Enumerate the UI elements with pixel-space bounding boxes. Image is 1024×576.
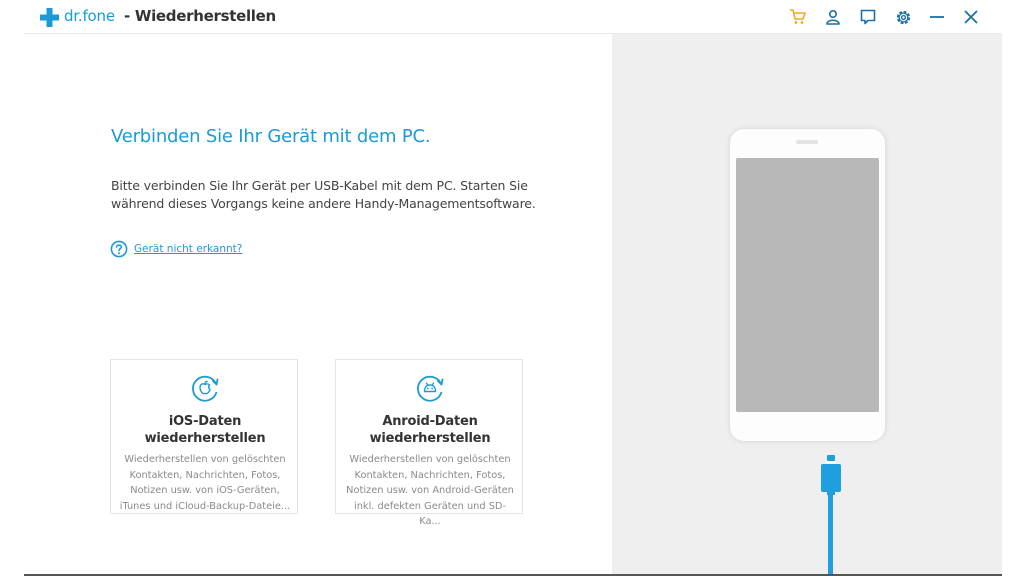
close-button[interactable] bbox=[960, 6, 982, 28]
card-description: Wiederherstellen von gelöschten Kontakte… bbox=[119, 454, 291, 512]
phone-speaker bbox=[796, 140, 818, 144]
minimize-icon bbox=[930, 16, 944, 18]
card-title: Anroid-Daten wiederherstellen bbox=[336, 413, 524, 447]
android-restore-icon bbox=[417, 375, 444, 402]
apple-restore-icon bbox=[192, 375, 219, 402]
device-illustration-pane bbox=[612, 34, 1002, 576]
instruction-text: Bitte verbinden Sie Ihr Gerät per USB-Ka… bbox=[111, 178, 536, 211]
question-icon bbox=[110, 240, 128, 258]
page-heading: Verbinden Sie Ihr Gerät mit dem PC. bbox=[111, 126, 431, 147]
cart-icon bbox=[790, 9, 806, 24]
phone-illustration bbox=[730, 129, 885, 441]
settings-icon bbox=[896, 10, 910, 24]
ios-recovery-card[interactable]: iOS-Daten wiederherstellen Wiederherstel… bbox=[110, 359, 298, 514]
cart-button[interactable] bbox=[787, 6, 809, 28]
card-title-line: wiederherstellen bbox=[369, 431, 491, 446]
device-not-recognized-link[interactable]: Gerät nicht erkannt? bbox=[134, 243, 242, 255]
minimize-button[interactable] bbox=[926, 6, 948, 28]
account-button[interactable] bbox=[822, 6, 844, 28]
brand-name: dr.fone bbox=[64, 7, 115, 25]
app-window: dr.fone - Wiederherstellen Verbinden Sie… bbox=[24, 0, 1002, 576]
settings-button[interactable] bbox=[892, 6, 914, 28]
phone-screen bbox=[736, 158, 879, 412]
window-title: - Wiederherstellen bbox=[124, 7, 276, 25]
connect-instructions-pane: Verbinden Sie Ihr Gerät mit dem PC. Bitt… bbox=[24, 34, 612, 576]
help-link-row: Gerät nicht erkannt? bbox=[110, 240, 242, 258]
card-title-line: iOS-Daten bbox=[168, 414, 242, 429]
user-icon bbox=[826, 9, 840, 25]
card-description: Wiederherstellen von gelöschten Kontakte… bbox=[346, 454, 514, 527]
usb-cable-plug-icon bbox=[821, 455, 841, 495]
drfone-logo-icon bbox=[40, 8, 59, 27]
card-title-line: wiederherstellen bbox=[144, 431, 266, 446]
title-bar: dr.fone - Wiederherstellen bbox=[24, 0, 1002, 34]
card-title: iOS-Daten wiederherstellen bbox=[111, 413, 299, 447]
card-title-line: Anroid-Daten bbox=[382, 414, 478, 429]
usb-cable-wire bbox=[828, 494, 833, 576]
close-icon bbox=[964, 10, 978, 24]
android-recovery-card[interactable]: Anroid-Daten wiederherstellen Wiederhers… bbox=[335, 359, 524, 527]
feedback-button[interactable] bbox=[857, 6, 879, 28]
feedback-icon bbox=[860, 9, 876, 25]
